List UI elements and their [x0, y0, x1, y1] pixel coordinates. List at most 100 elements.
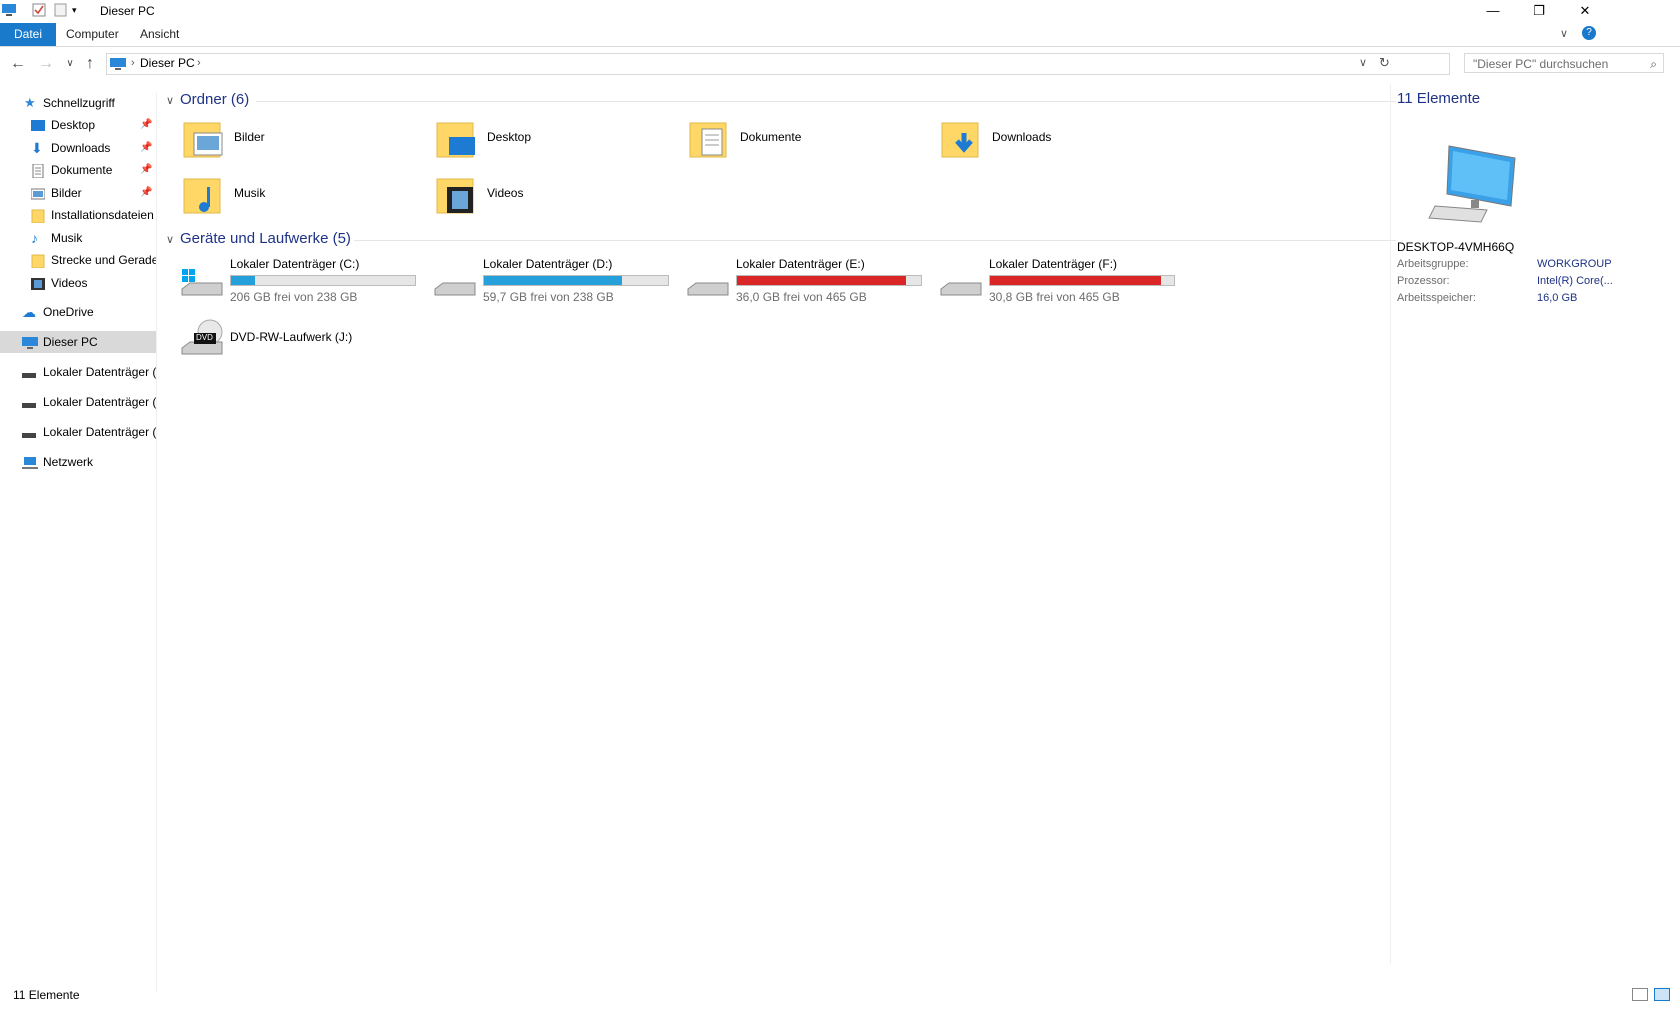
sidebar-item-musik[interactable]: ♪ Musik [0, 227, 156, 249]
search-placeholder: "Dieser PC" durchsuchen [1473, 57, 1609, 71]
sidebar-item-drive-2[interactable]: Lokaler Datenträger ( [0, 391, 156, 413]
breadcrumb-separator-icon[interactable]: › [197, 57, 201, 69]
system-drive-icon [180, 265, 224, 304]
sidebar-item-netzwerk[interactable]: Netzwerk [0, 451, 156, 473]
drive-icon [939, 265, 983, 304]
search-input[interactable]: "Dieser PC" durchsuchen ⌕ [1464, 53, 1664, 73]
sidebar-item-onedrive[interactable]: ☁ OneDrive [0, 301, 156, 323]
download-arrow-icon: ⬇ [31, 140, 43, 156]
videos-folder-icon [435, 175, 477, 220]
details-item-count: 11 Elemente [1397, 90, 1481, 107]
music-folder-icon [182, 175, 224, 220]
pin-icon: 📌 [140, 142, 153, 153]
pictures-icon [30, 186, 46, 200]
drive-usage-fill [737, 276, 907, 285]
cloud-icon: ☁ [22, 304, 36, 320]
new-folder-icon[interactable] [54, 3, 68, 17]
pin-icon: 📌 [140, 119, 153, 130]
section-heading-geraete[interactable]: Geräte und Laufwerke (5) [180, 230, 351, 247]
refresh-icon[interactable]: ↻ [1379, 55, 1390, 71]
forward-arrow-icon[interactable]: → [36, 54, 56, 74]
video-icon [31, 276, 45, 290]
window-title: Dieser PC [100, 4, 155, 18]
navigation-pane: ★ Schnellzugriff Desktop 📌 ⬇ Downloads 📌… [0, 92, 157, 992]
folder-tile-desktop[interactable]: Desktop [435, 115, 675, 167]
downloads-folder-icon [940, 119, 982, 164]
tab-datei[interactable]: Datei [0, 23, 57, 46]
details-view-icon[interactable] [1632, 988, 1648, 1001]
desktop-icon [31, 118, 45, 132]
computer-name: DESKTOP-4VMH66Q [1397, 240, 1515, 254]
star-icon: ★ [24, 95, 36, 110]
title-bar: ▾ Dieser PC — ❐ ✕ [0, 0, 1680, 22]
pictures-folder-icon [182, 119, 224, 164]
customize-dropdown-icon[interactable]: ▾ [72, 3, 86, 17]
status-bar: 11 Elemente [0, 980, 1680, 1010]
drive-usage-fill [484, 276, 622, 285]
network-icon [22, 455, 38, 469]
address-bar[interactable]: › Dieser PC › ∨ ↻ [106, 53, 1450, 75]
drive-icon [22, 395, 36, 409]
sidebar-item-desktop[interactable]: Desktop 📌 [0, 114, 156, 136]
folder-tile-downloads[interactable]: Downloads [940, 115, 1180, 167]
up-arrow-icon[interactable]: ↑ [80, 54, 100, 74]
ribbon-expand-icon[interactable]: ∨ [1560, 27, 1568, 40]
drive-usage-fill [990, 276, 1162, 285]
drive-usage-bar [230, 275, 416, 286]
folder-icon [31, 253, 45, 269]
drive-icon [433, 265, 477, 304]
breadcrumb-separator-icon: › [131, 57, 135, 69]
tab-computer[interactable]: Computer [52, 23, 133, 46]
drive-tile-c[interactable]: Lokaler Datenträger (C:) 206 GB frei von… [180, 257, 420, 313]
drive-tile-d[interactable]: Lokaler Datenträger (D:) 59,7 GB frei vo… [433, 257, 673, 313]
details-pane: 11 Elemente DESKTOP-4VMH66Q Arbeitsgrupp… [1390, 84, 1680, 964]
close-button[interactable]: ✕ [1562, 0, 1608, 22]
drive-usage-fill [231, 276, 255, 285]
sidebar-item-videos[interactable]: Videos [0, 272, 156, 294]
restore-button[interactable]: ❐ [1516, 0, 1562, 22]
minimize-button[interactable]: — [1470, 0, 1516, 22]
status-item-count: 11 Elemente [13, 988, 80, 1002]
tab-ansicht[interactable]: Ansicht [126, 23, 193, 46]
drive-icon [686, 265, 730, 304]
breadcrumb-dieser-pc[interactable]: Dieser PC [140, 56, 195, 70]
folder-tile-bilder[interactable]: Bilder [182, 115, 422, 167]
sidebar-item-bilder[interactable]: Bilder 📌 [0, 182, 156, 204]
drive-tile-dvd[interactable]: DVD DVD-RW-Laufwerk (J:) [180, 318, 420, 374]
section-divider [256, 101, 1396, 102]
sidebar-item-downloads[interactable]: ⬇ Downloads 📌 [0, 137, 156, 159]
ribbon-tabs: Datei Computer Ansicht ∨ ? [0, 23, 1680, 47]
address-dropdown-icon[interactable]: ∨ [1359, 56, 1367, 69]
computer-large-icon [1427, 144, 1517, 227]
drive-usage-bar [989, 275, 1175, 286]
computer-icon [22, 335, 38, 349]
sidebar-item-installationsdateien[interactable]: Installationsdateien [0, 204, 156, 226]
back-arrow-icon[interactable]: ← [8, 54, 28, 74]
sidebar-item-drive-3[interactable]: Lokaler Datenträger ( [0, 421, 156, 443]
recent-locations-icon[interactable]: ∨ [60, 54, 80, 74]
collapse-geraete-icon[interactable]: ∨ [166, 233, 174, 246]
sidebar-item-schnellzugriff[interactable]: ★ Schnellzugriff [0, 92, 156, 114]
section-heading-ordner[interactable]: Ordner (6) [180, 91, 249, 108]
drive-tile-e[interactable]: Lokaler Datenträger (E:) 36,0 GB frei vo… [686, 257, 926, 313]
search-icon[interactable]: ⌕ [1650, 54, 1657, 74]
sidebar-item-strecke-und-gerade[interactable]: Strecke und Gerade [0, 249, 156, 271]
sidebar-item-dokumente[interactable]: Dokumente 📌 [0, 159, 156, 181]
dvd-drive-icon: DVD [180, 318, 224, 361]
sidebar-item-dieser-pc[interactable]: Dieser PC [0, 331, 156, 353]
folder-tile-dokumente[interactable]: Dokumente [688, 115, 928, 167]
properties-icon[interactable] [32, 3, 46, 17]
large-icons-view-icon[interactable] [1654, 988, 1670, 1001]
folder-tile-videos[interactable]: Videos [435, 171, 675, 223]
drive-icon [22, 365, 36, 379]
sidebar-item-drive-1[interactable]: Lokaler Datenträger ( [0, 361, 156, 383]
documents-folder-icon [688, 119, 730, 164]
document-icon [31, 163, 45, 179]
drive-usage-bar [483, 275, 669, 286]
desktop-folder-icon [435, 119, 477, 164]
folder-tile-musik[interactable]: Musik [182, 171, 422, 223]
help-icon[interactable]: ? [1582, 26, 1596, 40]
pin-icon: 📌 [140, 164, 153, 175]
drive-tile-f[interactable]: Lokaler Datenträger (F:) 30,8 GB frei vo… [939, 257, 1179, 313]
collapse-ordner-icon[interactable]: ∨ [166, 94, 174, 107]
